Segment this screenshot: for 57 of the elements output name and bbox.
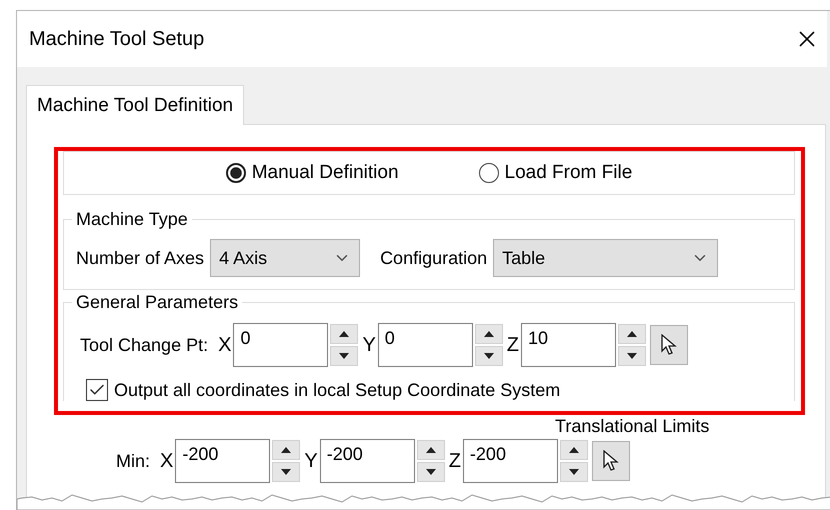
coordinate-field[interactable]: 0 [233,323,328,367]
dropdown[interactable]: 4 Axis [210,239,360,277]
spin-up-button[interactable] [560,440,588,460]
up-triangle-icon [627,331,637,337]
down-triangle-icon [339,353,350,359]
pick-point-button[interactable] [592,441,630,481]
coordinate-field[interactable]: 10 [521,323,616,367]
up-triangle-icon [281,447,292,453]
spin-up-button[interactable] [330,324,358,344]
up-triangle-icon [484,331,494,337]
radio-button[interactable] [226,163,246,183]
spin-down-button[interactable] [560,462,588,482]
checkbox[interactable] [86,379,108,401]
spin-down-button[interactable] [272,462,300,482]
down-triangle-icon [484,353,494,359]
spin-up-button[interactable] [618,324,646,344]
spin-up-button[interactable] [416,440,445,460]
up-triangle-icon [339,331,350,337]
axis-label: Z [506,334,519,356]
axis-label: Y [304,450,318,472]
down-triangle-icon [281,469,292,475]
coordinate-field[interactable]: -200 [320,439,415,483]
axis-label: X [218,334,232,356]
coordinate-field[interactable]: -200 [175,439,270,483]
spin-down-button[interactable] [330,346,358,366]
coordinate-field[interactable]: -200 [462,439,558,483]
window-title: Machine Tool Setup [29,28,204,50]
coordinate-field[interactable]: 0 [378,323,473,367]
field-label: Number of Axes [76,248,204,268]
down-triangle-icon [426,469,436,475]
group-title: General Parameters [76,292,238,312]
field-label: Tool Change Pt: [80,334,208,356]
radio-label: Load From File [504,162,632,184]
spin-up-button[interactable] [474,324,503,344]
radio-label: Manual Definition [252,162,399,184]
tab[interactable]: Machine Tool Definition [26,85,244,125]
checkbox-label: Output all coordinates in local Setup Coordinate System [114,380,560,400]
field-label: Min: [116,450,150,472]
axis-label: Z [448,450,461,472]
down-triangle-icon [568,469,579,475]
spin-down-button[interactable] [416,462,445,482]
down-triangle-icon [627,353,637,359]
spin-up-button[interactable] [272,440,300,460]
group-title: Machine Type [76,209,188,229]
axis-label: X [160,450,174,472]
up-triangle-icon [426,447,436,453]
up-triangle-icon [568,447,579,453]
axis-label: Y [362,334,376,356]
group-title: Translational Limits [555,416,710,437]
radio-button[interactable] [478,163,499,183]
dropdown[interactable]: Table [493,239,718,277]
cursor-arrow-icon [602,450,619,472]
pick-point-button[interactable] [650,325,688,365]
spin-down-button[interactable] [474,346,503,366]
cursor-arrow-icon [661,334,677,356]
spin-down-button[interactable] [618,346,646,366]
field-label: Configuration [380,248,488,268]
